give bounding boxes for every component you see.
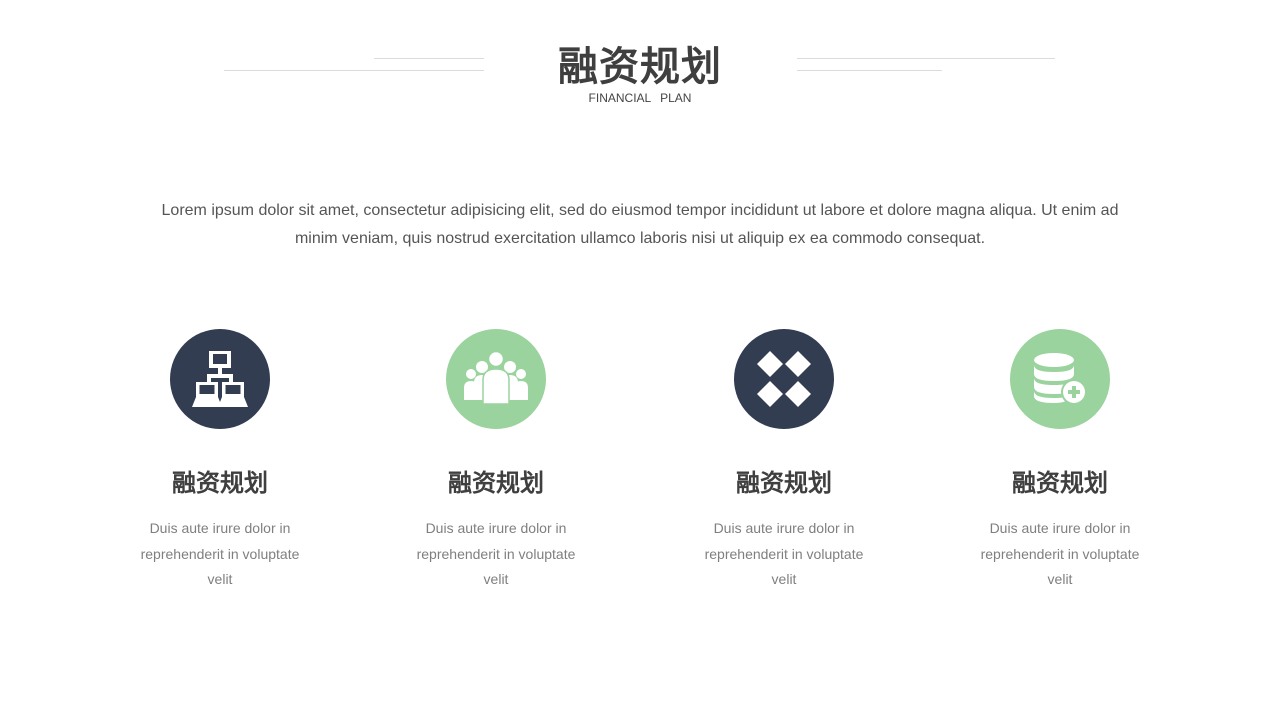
feature-4-title: 融资规划: [1012, 469, 1108, 497]
page-title: 融资规划: [558, 44, 722, 90]
feature-2: 融资规划 Duis aute irure dolor in reprehende…: [386, 329, 606, 593]
feature-3: 融资规划 Duis aute irure dolor in reprehende…: [674, 329, 894, 593]
intro-paragraph: Lorem ipsum dolor sit amet, consectetur …: [161, 202, 1119, 247]
feature-1: 融资规划 Duis aute irure dolor in reprehende…: [110, 329, 330, 593]
feature-2-title: 融资规划: [448, 469, 544, 497]
diamonds-icon: [757, 351, 811, 407]
feature-3-text: Duis aute irure dolor in reprehenderit i…: [704, 520, 864, 587]
feature-4-text: Duis aute irure dolor in reprehenderit i…: [980, 520, 1140, 587]
feature-1-title: 融资规划: [172, 469, 268, 497]
feature-1-circle: [170, 329, 270, 429]
database-add-icon: [1034, 353, 1087, 405]
feature-3-circle: [734, 329, 834, 429]
feature-3-title: 融资规划: [736, 469, 832, 497]
feature-2-circle: [446, 329, 546, 429]
feature-2-text: Duis aute irure dolor in reprehenderit i…: [416, 520, 576, 587]
feature-4-circle: [1010, 329, 1110, 429]
team-icon: [464, 352, 528, 405]
slide: 融资规划 FINANCIAL PLAN Lorem ipsum dolor si…: [0, 0, 1280, 720]
page-subtitle: FINANCIAL PLAN: [588, 91, 692, 105]
network-icon: [192, 351, 248, 407]
feature-1-text: Duis aute irure dolor in reprehenderit i…: [140, 520, 300, 587]
feature-4: 融资规划 Duis aute irure dolor in reprehende…: [950, 329, 1170, 593]
